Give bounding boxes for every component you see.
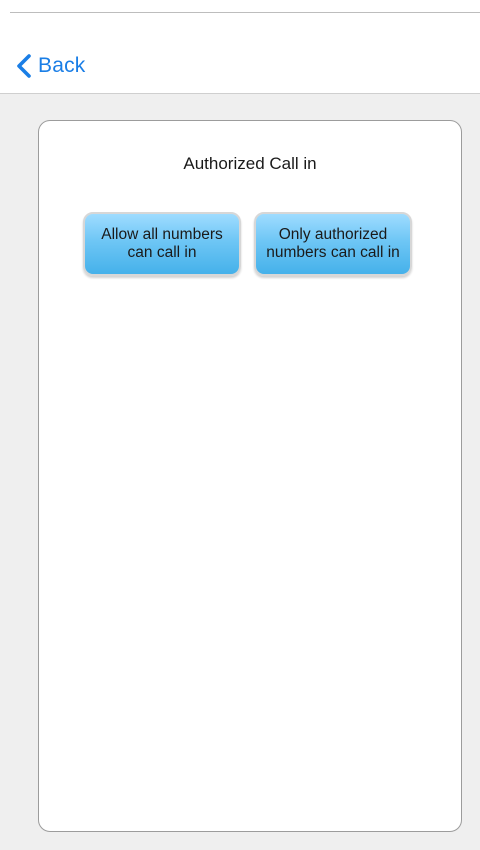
only-authorized-numbers-button[interactable]: Only authorized numbers can call in bbox=[254, 212, 412, 276]
back-label: Back bbox=[38, 54, 86, 77]
allow-all-numbers-button[interactable]: Allow all numbers can call in bbox=[83, 212, 241, 276]
navigation-bar: Back bbox=[0, 13, 480, 94]
chevron-left-icon bbox=[16, 53, 32, 79]
settings-card: Authorized Call in Allow all numbers can… bbox=[38, 120, 462, 832]
app-screen: Back Authorized Call in Allow all number… bbox=[0, 0, 480, 850]
back-button[interactable]: Back bbox=[16, 51, 86, 81]
only-authorized-numbers-label: Only authorized numbers can call in bbox=[266, 226, 400, 261]
allow-all-numbers-label: Allow all numbers can call in bbox=[101, 226, 223, 261]
card-title: Authorized Call in bbox=[183, 154, 317, 173]
content-area: Authorized Call in Allow all numbers can… bbox=[0, 94, 480, 850]
status-bar bbox=[10, 0, 480, 13]
